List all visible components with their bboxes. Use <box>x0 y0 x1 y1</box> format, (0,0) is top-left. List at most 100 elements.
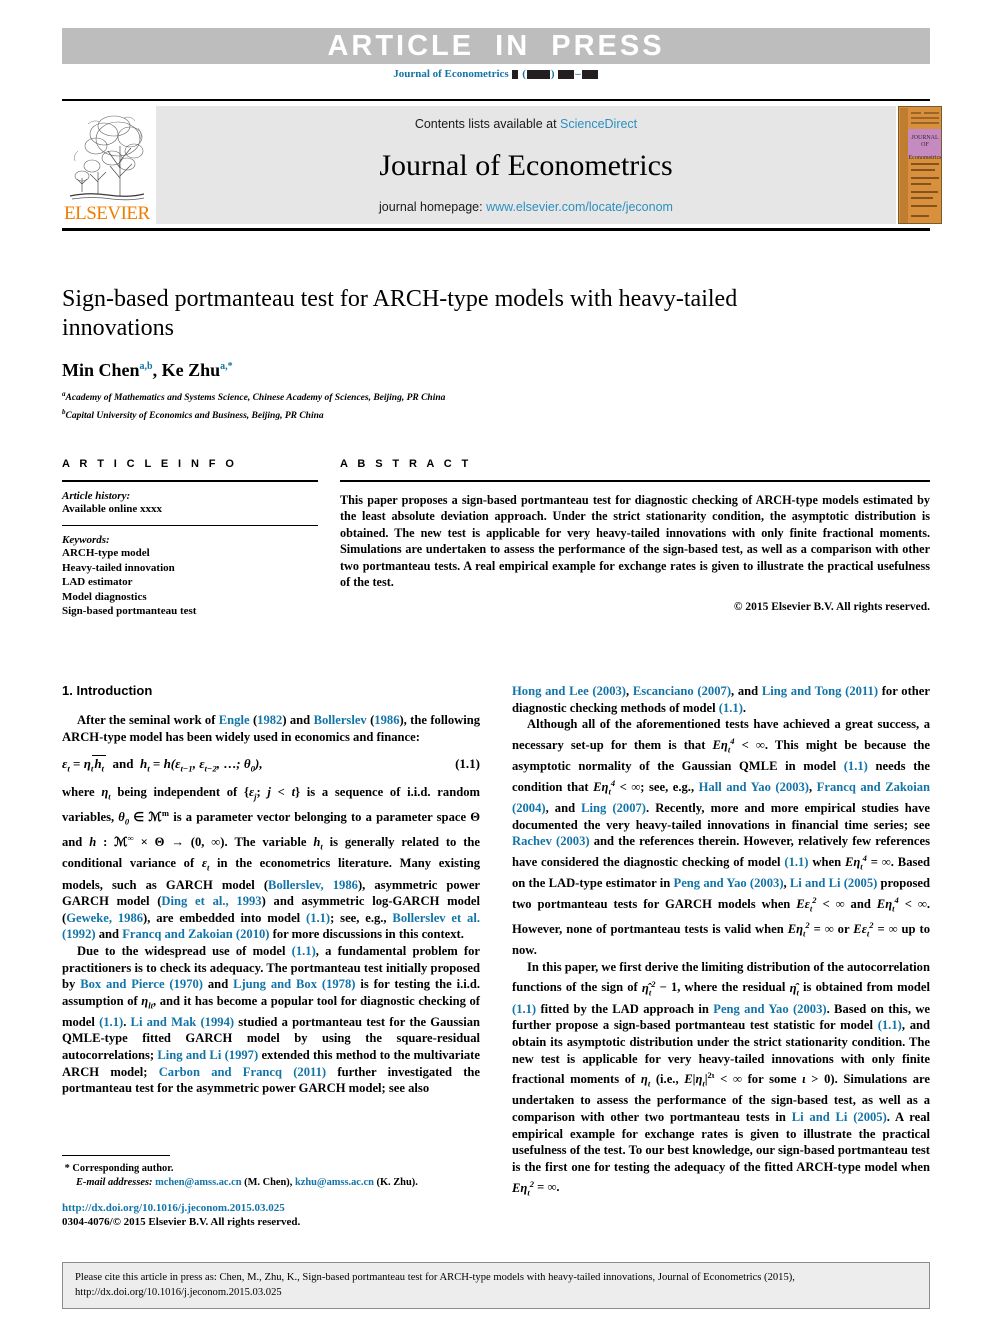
citation-link[interactable]: Hong and Lee (2003) <box>512 684 626 698</box>
intro-paragraph-5: Although all of the aforementioned tests… <box>512 717 931 958</box>
keywords-label: Keywords: <box>62 534 110 547</box>
article-info-rule <box>62 480 318 482</box>
cover-contents-line <box>911 215 929 217</box>
equation-ref-link[interactable]: (1.1) <box>878 1018 902 1032</box>
citation-link[interactable]: Bollerslev <box>314 713 367 727</box>
intro-paragraph-1: After the seminal work of Engle (1982) a… <box>62 712 480 745</box>
email-link-zhu[interactable]: kzhu@amss.ac.cn <box>295 1177 374 1188</box>
intro-p1-part: ( <box>249 713 258 727</box>
corresponding-author-text: Corresponding author. <box>72 1163 174 1175</box>
email-link-chen[interactable]: mchen@amss.ac.cn <box>155 1177 241 1188</box>
affiliation-a: aAcademy of Mathematics and Systems Scie… <box>62 388 762 405</box>
placeholder-block-pageend <box>581 69 598 79</box>
equation-1-1: εt = ηtht and ht = h(εt−1, εt−2, …; θ0),… <box>62 755 480 774</box>
equation-ref-link[interactable]: (1.1) <box>306 911 330 925</box>
citation-link[interactable]: Peng and Yao (2003) <box>674 876 784 890</box>
author-affiliation-marks[interactable]: a,* <box>220 361 233 372</box>
title-block: Sign-based portmanteau test for ARCH-typ… <box>62 285 762 423</box>
citation-link[interactable]: Ling and Li (1997) <box>157 1048 258 1062</box>
contents-available-line: Contents lists available at ScienceDirec… <box>415 117 637 131</box>
please-cite-line-1: Please cite this article in press as: Ch… <box>75 1272 795 1283</box>
footnote-block: * Corresponding author. E-mail addresses… <box>62 1155 480 1228</box>
corresponding-author-line: * Corresponding author. <box>62 1162 480 1176</box>
citation-link[interactable]: Bollerslev, 1986 <box>268 878 358 892</box>
citation-link[interactable]: Carbon and Francq (2011) <box>159 1065 326 1079</box>
email-addresses-label: E-mail addresses: <box>76 1177 153 1189</box>
journal-reference-name: Journal of Econometrics <box>393 68 509 80</box>
journal-cover-thumbnail: JOURNAL OF Econometrics <box>898 106 942 224</box>
citation-link[interactable]: Rachev (2003) <box>512 834 590 848</box>
citation-link[interactable]: 1986 <box>374 713 399 727</box>
citation-link[interactable]: Ling and Tong (2011) <box>762 684 878 698</box>
keywords-divider <box>62 525 318 527</box>
affiliation-text: Capital University of Economics and Busi… <box>65 411 324 422</box>
keyword-item: LAD estimator <box>62 576 133 589</box>
keyword-item: Heavy-tailed innovation <box>62 561 175 574</box>
cover-contents-line <box>911 183 931 185</box>
cover-title-line1: JOURNAL OF <box>911 135 939 148</box>
placeholder-block-volume <box>512 69 519 79</box>
keyword-item: Sign-based portmanteau test <box>62 605 197 618</box>
doi-link[interactable]: http://dx.doi.org/10.1016/j.jeconom.2015… <box>62 1202 480 1214</box>
citation-link[interactable]: Francq and Zakoian (2010) <box>122 927 269 941</box>
citation-link[interactable]: Li and Li (2005) <box>792 1110 887 1124</box>
citation-link[interactable]: Ling (2007) <box>581 801 646 815</box>
issn-copyright-line: 0304-4076/© 2015 Elsevier B.V. All right… <box>62 1216 301 1229</box>
equation-ref-link[interactable]: (1.1) <box>292 944 316 958</box>
affiliation-b: bCapital University of Economics and Bus… <box>62 406 762 423</box>
cover-contents-line <box>911 197 933 199</box>
masthead-banner: Contents lists available at ScienceDirec… <box>156 106 896 224</box>
placeholder-block-pagestart <box>558 69 575 79</box>
equation-ref-link[interactable]: (1.1) <box>784 855 808 869</box>
journal-homepage-line: journal homepage: www.elsevier.com/locat… <box>379 200 673 214</box>
intro-paragraph-4: Hong and Lee (2003), Escanciano (2007), … <box>512 684 930 715</box>
equation-ref-link[interactable]: (1.1) <box>719 701 743 715</box>
equation-ref-link[interactable]: (1.1) <box>844 759 868 773</box>
cover-contents-line <box>911 169 935 171</box>
citation-link[interactable]: Ding et al., 1993 <box>161 894 261 908</box>
equation-number: (1.1) <box>455 756 480 772</box>
elsevier-wordmark: ELSEVIER <box>64 203 150 224</box>
body-column-left: 1. Introduction After the seminal work o… <box>62 683 480 1097</box>
citation-link[interactable]: Box and Pierce (1970) <box>80 977 203 991</box>
keyword-item: ARCH-type model <box>62 547 150 560</box>
abstract-copyright: © 2015 Elsevier B.V. All rights reserved… <box>733 600 930 613</box>
citation-link[interactable]: Li and Li (2005) <box>790 876 877 890</box>
citation-link[interactable]: Geweke, 1986 <box>66 911 143 925</box>
article-in-press-banner: ARTICLE IN PRESS <box>62 28 930 64</box>
author-name: Ke Zhu <box>161 360 221 380</box>
journal-ref-dash: – <box>575 68 581 80</box>
section-heading-introduction: 1. Introduction <box>62 683 153 698</box>
elsevier-tree-icon <box>68 106 146 202</box>
sciencedirect-link[interactable]: ScienceDirect <box>560 117 637 131</box>
contents-available-prefix: Contents lists available at <box>414 117 557 131</box>
citation-link[interactable]: Escanciano (2007) <box>633 684 731 698</box>
abstract-heading: A B S T R A C T <box>340 458 472 470</box>
placeholder-block-year <box>526 69 550 79</box>
article-history-label: Article history: <box>62 489 131 502</box>
journal-ref-paren-open: ( <box>522 68 526 80</box>
citation-link[interactable]: Engle <box>219 713 250 727</box>
homepage-url-link[interactable]: www.elsevier.com/locate/jeconom <box>486 200 673 214</box>
please-cite-line-2: http://dx.doi.org/10.1016/j.jeconom.2015… <box>75 1286 282 1298</box>
article-info-panel: A R T I C L E I N F O Article history: A… <box>62 458 318 619</box>
masthead-top-rule <box>62 99 930 101</box>
article-in-press-label: ARTICLE IN PRESS <box>327 29 665 62</box>
citation-link[interactable]: Ljung and Box (1978) <box>233 977 355 991</box>
elsevier-logo: ELSEVIER <box>64 106 150 224</box>
equation-ref-link[interactable]: (1.1) <box>512 1002 536 1016</box>
equation-ref-link[interactable]: (1.1) <box>99 1015 123 1029</box>
paper-page: ARTICLE IN PRESS Journal of Econometrics… <box>0 0 992 1323</box>
citation-link[interactable]: Hall and Yao (2003) <box>699 780 809 794</box>
footnote-rule <box>62 1155 170 1157</box>
article-history-value: Available online xxxx <box>62 502 163 515</box>
citation-link[interactable]: Li and Mak (1994) <box>131 1015 235 1029</box>
abstract-panel: A B S T R A C T This paper proposes a si… <box>340 458 930 613</box>
cover-decoration-line <box>924 112 939 114</box>
author-affiliation-marks: a,b <box>139 361 153 372</box>
citation-link[interactable]: Peng and Yao (2003) <box>713 1002 826 1016</box>
citation-link[interactable]: 1982 <box>257 713 282 727</box>
cover-decoration-line <box>911 112 921 114</box>
cover-contents-line <box>911 191 938 193</box>
please-cite-box: Please cite this article in press as: Ch… <box>62 1262 930 1309</box>
